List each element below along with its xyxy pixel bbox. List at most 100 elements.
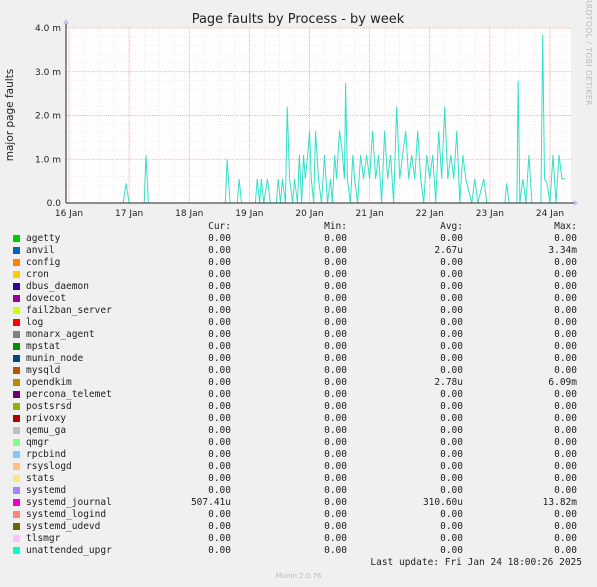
legend-row-mpstat: mpstat 0.00 0.00 0.00 0.00 <box>0 341 597 353</box>
legend-swatch <box>13 319 20 326</box>
legend-avg: 0.00 <box>440 509 463 520</box>
legend-max: 0.00 <box>554 281 577 292</box>
legend-cur: 0.00 <box>208 269 231 280</box>
legend-swatch <box>13 427 20 434</box>
legend-max: 0.00 <box>554 233 577 244</box>
legend-swatch <box>13 487 20 494</box>
y-ticks: 0.0 1.0 m 2.0 m 3.0 m 4.0 m <box>35 24 61 209</box>
legend-min: 0.00 <box>324 509 347 520</box>
legend-min: 0.00 <box>324 521 347 532</box>
y-tick-label: 3.0 m <box>35 68 61 78</box>
x-tick-label: 20 Jan <box>295 209 323 219</box>
legend-swatch <box>13 499 20 506</box>
legend-max: 0.00 <box>554 269 577 280</box>
legend-swatch <box>13 295 20 302</box>
legend-avg: 0.00 <box>440 353 463 364</box>
legend-name: rsyslogd <box>26 461 72 472</box>
x-axis-arrow <box>574 200 578 206</box>
legend-cur: 0.00 <box>208 305 231 316</box>
legend-cur: 0.00 <box>208 281 231 292</box>
legend-row-qemu-ga: qemu_ga 0.00 0.00 0.00 0.00 <box>0 425 597 437</box>
legend-cur: 0.00 <box>208 485 231 496</box>
x-tick-label: 23 Jan <box>476 209 504 219</box>
legend-avg: 0.00 <box>440 233 463 244</box>
legend-min: 0.00 <box>324 461 347 472</box>
legend-swatch <box>13 259 20 266</box>
legend-row-anvil: anvil 0.00 0.00 2.67u 3.34m <box>0 245 597 257</box>
legend-row-qmgr: qmgr 0.00 0.00 0.00 0.00 <box>0 437 597 449</box>
legend-avg: 0.00 <box>440 281 463 292</box>
legend-name: config <box>26 257 61 268</box>
legend-cur: 0.00 <box>208 401 231 412</box>
legend-row-log: log 0.00 0.00 0.00 0.00 <box>0 317 597 329</box>
legend-max: 0.00 <box>554 317 577 328</box>
legend-min: 0.00 <box>324 305 347 316</box>
legend-max: 0.00 <box>554 509 577 520</box>
legend-cur: 0.00 <box>208 545 231 556</box>
legend-name: qmgr <box>26 437 49 448</box>
legend-row-cron: cron 0.00 0.00 0.00 0.00 <box>0 269 597 281</box>
legend-avg: 0.00 <box>440 269 463 280</box>
legend-swatch <box>13 283 20 290</box>
legend-row-systemd-journal: systemd_journal 507.41u 0.00 310.60u 13.82m <box>0 497 597 509</box>
legend-max: 0.00 <box>554 521 577 532</box>
chart: Page faults by Process - by week major p… <box>4 0 593 219</box>
legend-avg: 0.00 <box>440 389 463 400</box>
legend-name: systemd <box>26 485 67 496</box>
legend-min: 0.00 <box>324 317 347 328</box>
legend-min: 0.00 <box>324 449 347 460</box>
legend-name: agetty <box>26 233 61 244</box>
legend-row-rpcbind: rpcbind 0.00 0.00 0.00 0.00 <box>0 449 597 461</box>
legend-name: tlsmgr <box>26 533 61 544</box>
legend-cur: 0.00 <box>208 341 231 352</box>
legend-max: 0.00 <box>554 485 577 496</box>
legend-cur: 0.00 <box>208 317 231 328</box>
legend-avg: 0.00 <box>440 545 463 556</box>
header-avg: Avg: <box>440 221 463 232</box>
legend-row-privoxy: privoxy 0.00 0.00 0.00 0.00 <box>0 413 597 425</box>
legend-row-rsyslogd: rsyslogd 0.00 0.00 0.00 0.00 <box>0 461 597 473</box>
legend-max: 0.00 <box>554 329 577 340</box>
rrdtool-credit: RRDTOOL / TOBI OETIKER <box>584 0 593 106</box>
legend-avg: 2.78u <box>434 377 463 388</box>
x-ticks: 16 Jan 17 Jan 18 Jan 19 Jan 20 Jan 21 Jan 22 J… <box>55 209 564 219</box>
legend-min: 0.00 <box>324 545 347 556</box>
legend-swatch <box>13 391 20 398</box>
legend-avg: 310.60u <box>422 497 463 508</box>
legend-row-tlsmgr: tlsmgr 0.00 0.00 0.00 0.00 <box>0 533 597 545</box>
legend-min: 0.00 <box>324 281 347 292</box>
legend-max: 0.00 <box>554 533 577 544</box>
legend-swatch <box>13 403 20 410</box>
legend-name: mysqld <box>26 365 61 376</box>
legend-name: munin_node <box>26 353 84 364</box>
legend-max: 0.00 <box>554 257 577 268</box>
legend-row-systemd: systemd 0.00 0.00 0.00 0.00 <box>0 485 597 497</box>
legend-row-systemd-logind: systemd_logind 0.00 0.00 0.00 0.00 <box>0 509 597 521</box>
legend-cur: 0.00 <box>208 245 231 256</box>
legend-avg: 0.00 <box>440 533 463 544</box>
legend-cur: 0.00 <box>208 521 231 532</box>
legend-min: 0.00 <box>324 413 347 424</box>
x-tick-label: 22 Jan <box>416 209 444 219</box>
legend-avg: 0.00 <box>440 473 463 484</box>
legend-name: opendkim <box>26 377 72 388</box>
legend-swatch <box>13 247 20 254</box>
legend-name: systemd_journal <box>26 497 112 508</box>
legend-cur: 0.00 <box>208 365 231 376</box>
legend-max: 0.00 <box>554 293 577 304</box>
legend-name: systemd_udevd <box>26 521 101 532</box>
legend-row-percona-telemet: percona_telemet 0.00 0.00 0.00 0.00 <box>0 389 597 401</box>
legend-swatch <box>13 475 20 482</box>
legend-cur: 0.00 <box>208 473 231 484</box>
legend-cur: 507.41u <box>190 497 231 508</box>
legend-min: 0.00 <box>324 257 347 268</box>
legend-max: 0.00 <box>554 365 577 376</box>
legend-avg: 0.00 <box>440 401 463 412</box>
legend-row-systemd-udevd: systemd_udevd 0.00 0.00 0.00 0.00 <box>0 521 597 533</box>
legend-min: 0.00 <box>324 233 347 244</box>
legend-max: 0.00 <box>554 353 577 364</box>
legend-cur: 0.00 <box>208 353 231 364</box>
legend-swatch <box>13 547 20 554</box>
legend-swatch <box>13 379 20 386</box>
legend-name: log <box>26 317 44 328</box>
